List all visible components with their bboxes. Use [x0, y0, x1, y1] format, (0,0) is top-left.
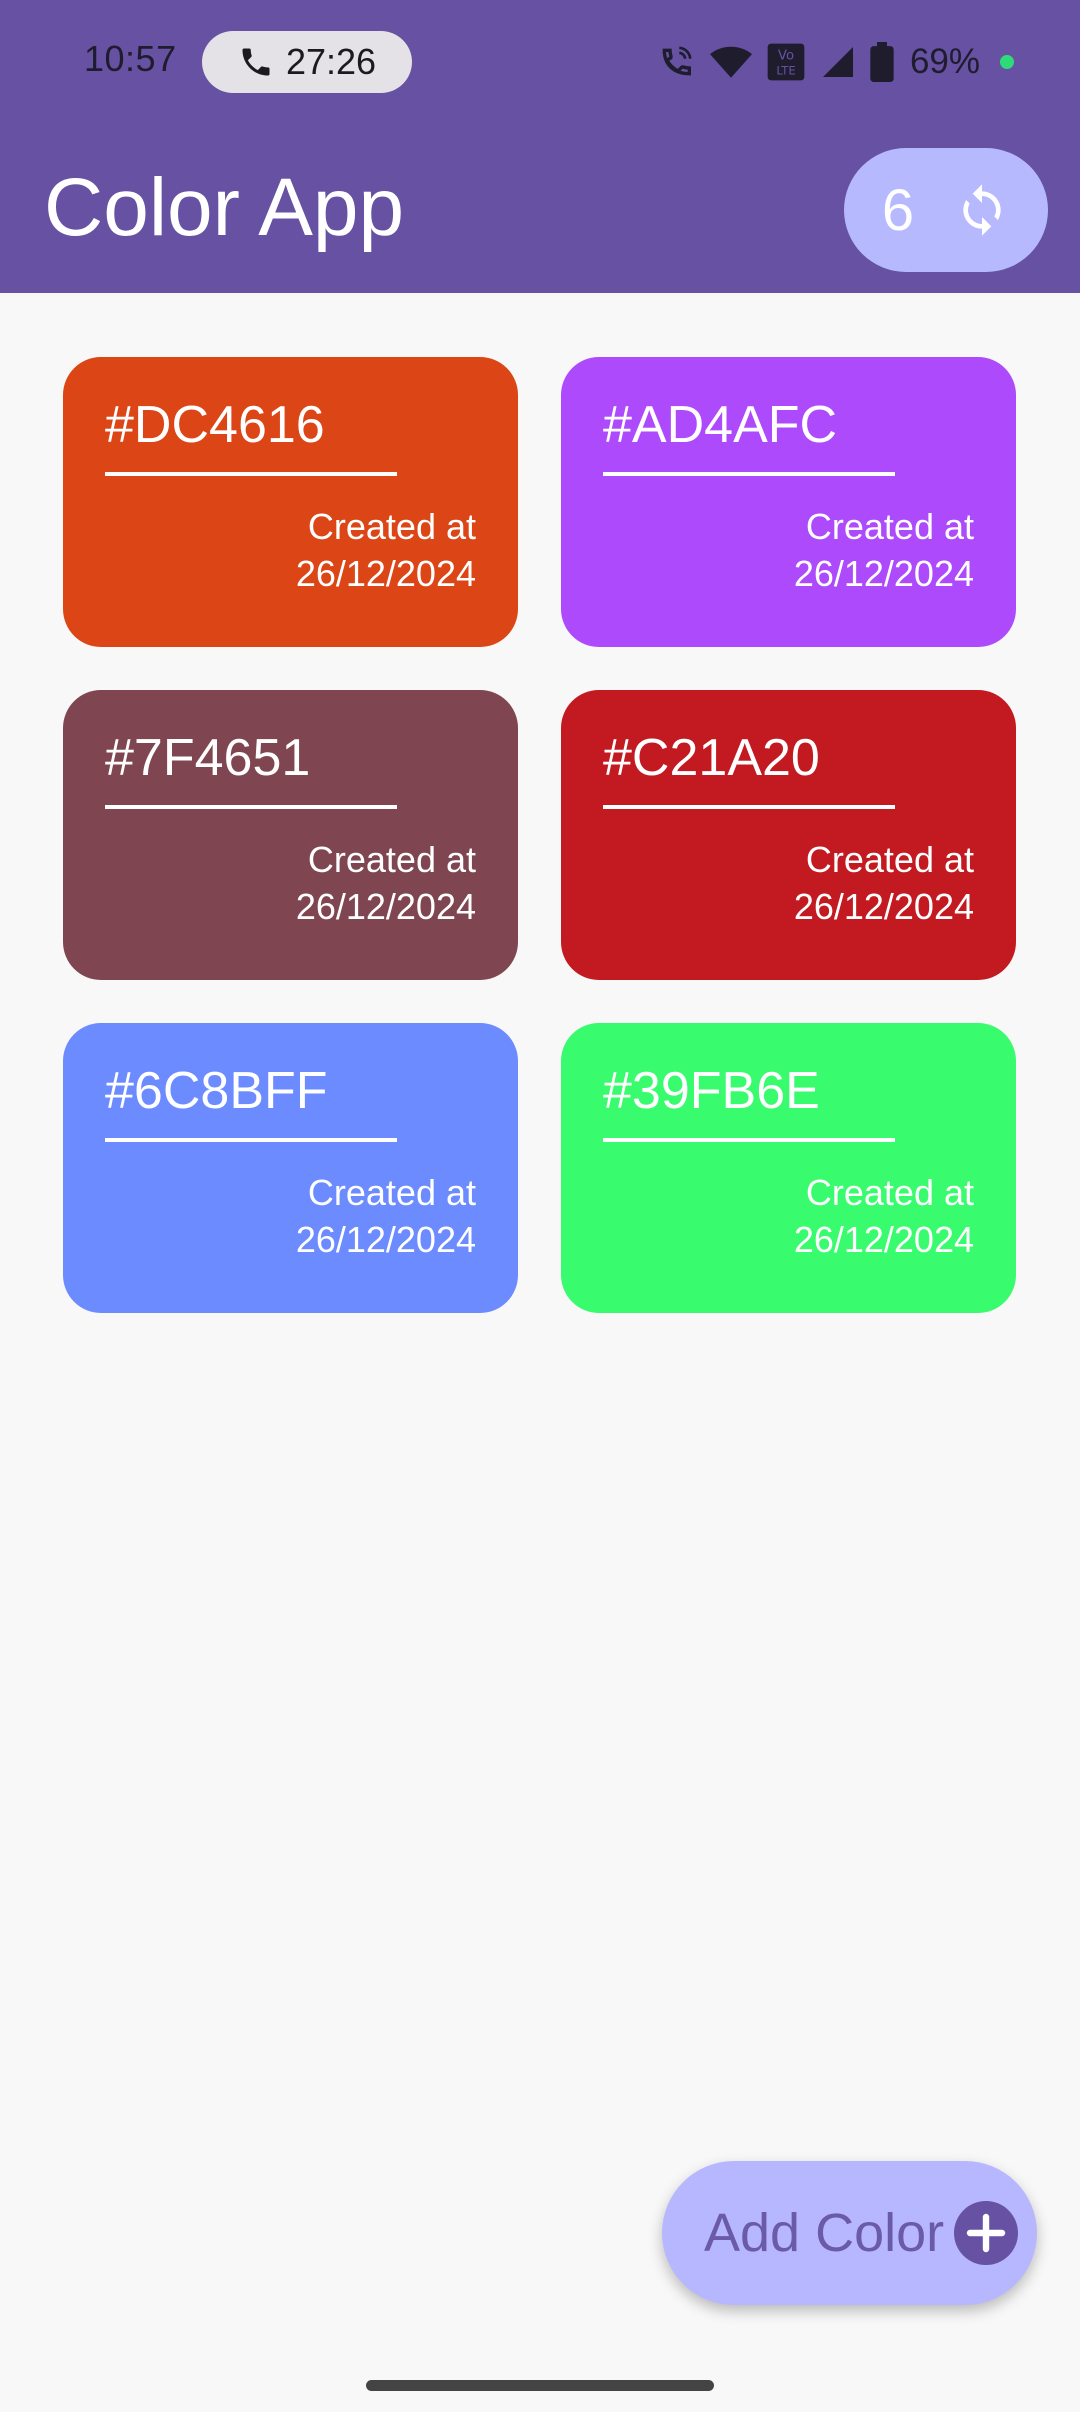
divider	[105, 472, 397, 476]
svg-text:LTE: LTE	[776, 64, 795, 78]
created-date: 26/12/2024	[295, 1219, 476, 1260]
color-hex-label: #DC4616	[105, 396, 325, 454]
created-label: Created at	[805, 839, 974, 880]
divider	[603, 472, 895, 476]
page-title: Color App	[44, 162, 405, 253]
color-grid: #DC4616 Created at 26/12/2024 #AD4AFC Cr…	[63, 357, 1017, 1313]
color-card[interactable]: #39FB6E Created at 26/12/2024	[561, 1023, 1016, 1313]
status-icons: Vo LTE 69%	[656, 40, 1014, 84]
color-card[interactable]: #DC4616 Created at 26/12/2024	[63, 357, 518, 647]
color-hex-label: #AD4AFC	[603, 396, 838, 454]
color-card[interactable]: #C21A20 Created at 26/12/2024	[561, 690, 1016, 980]
add-color-label: Add Color	[704, 2203, 945, 2263]
created-info: Created at 26/12/2024	[296, 503, 476, 597]
volte-icon: Vo LTE	[767, 43, 805, 81]
svg-text:Vo: Vo	[778, 49, 794, 64]
sync-icon	[963, 184, 1001, 236]
wifi-call-icon	[662, 46, 692, 76]
created-label: Created at	[307, 506, 476, 547]
app-screen: 10:57 27:26 Vo LTE 69% Color App 6 #DC46…	[0, 0, 1080, 2412]
divider	[603, 805, 895, 809]
created-label: Created at	[307, 839, 476, 880]
created-info: Created at 26/12/2024	[794, 836, 974, 930]
created-date: 26/12/2024	[295, 553, 476, 594]
status-time: 10:57	[84, 38, 177, 79]
color-card[interactable]: #7F4651 Created at 26/12/2024	[63, 690, 518, 980]
add-circle-icon	[954, 2201, 1018, 2265]
wifi-icon	[709, 46, 752, 78]
created-info: Created at 26/12/2024	[296, 1169, 476, 1263]
created-info: Created at 26/12/2024	[794, 503, 974, 597]
divider	[603, 1138, 895, 1142]
add-color-button[interactable]: Add Color	[662, 2161, 1037, 2305]
created-info: Created at 26/12/2024	[794, 1169, 974, 1263]
ongoing-call-chip[interactable]: 27:26	[202, 31, 412, 93]
created-label: Created at	[805, 1172, 974, 1213]
refresh-count-button[interactable]: 6	[844, 148, 1048, 272]
divider	[105, 805, 397, 809]
created-date: 26/12/2024	[295, 886, 476, 927]
color-hex-label: #C21A20	[603, 729, 820, 787]
created-date: 26/12/2024	[793, 553, 974, 594]
color-card[interactable]: #AD4AFC Created at 26/12/2024	[561, 357, 1016, 647]
home-indicator[interactable]	[366, 2380, 714, 2391]
color-count: 6	[881, 177, 915, 243]
color-hex-label: #6C8BFF	[105, 1062, 328, 1120]
color-hex-label: #7F4651	[105, 729, 311, 787]
created-info: Created at 26/12/2024	[296, 836, 476, 930]
color-hex-label: #39FB6E	[603, 1062, 820, 1120]
signal-icon	[822, 47, 853, 77]
privacy-dot-icon	[1000, 55, 1014, 69]
color-card[interactable]: #6C8BFF Created at 26/12/2024	[63, 1023, 518, 1313]
divider	[105, 1138, 397, 1142]
app-bar: 10:57 27:26 Vo LTE 69% Color App 6	[0, 0, 1080, 293]
phone-icon	[242, 48, 270, 76]
call-duration: 27:26	[285, 41, 377, 82]
created-date: 26/12/2024	[793, 886, 974, 927]
battery-icon	[870, 42, 894, 82]
created-label: Created at	[307, 1172, 476, 1213]
battery-percentage: 69%	[909, 42, 980, 81]
created-date: 26/12/2024	[793, 1219, 974, 1260]
created-label: Created at	[805, 506, 974, 547]
